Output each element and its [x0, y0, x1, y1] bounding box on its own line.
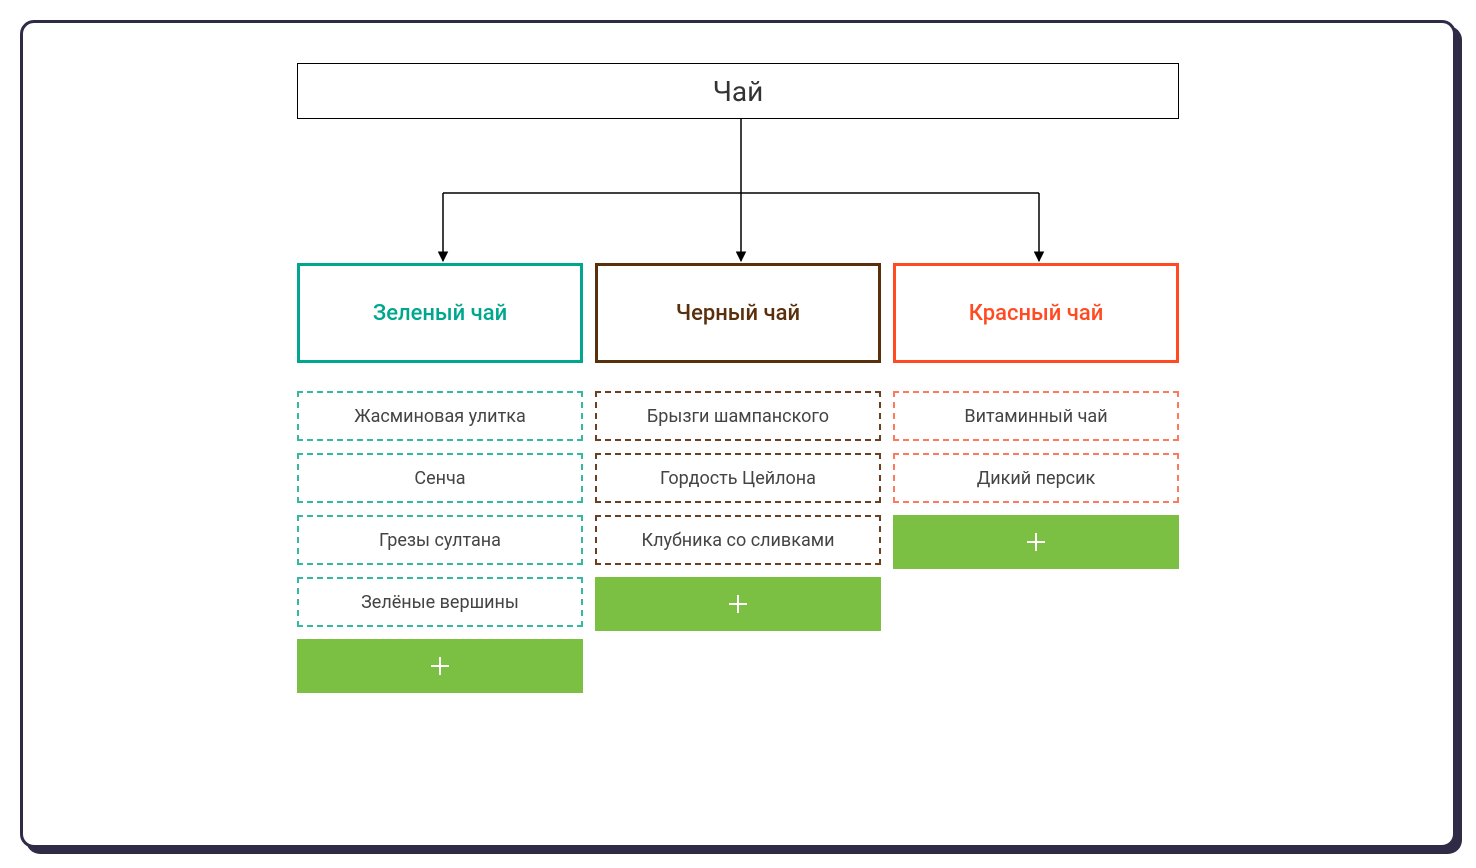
list-item: Брызги шампанского: [595, 391, 881, 441]
diagram-frame: Чай Зеленый чай Жасминовая улитка С: [20, 20, 1456, 848]
category-label: Черный чай: [676, 301, 800, 326]
item-label: Сенча: [414, 468, 465, 489]
item-label: Клубника со сливками: [642, 530, 835, 551]
root-label: Чай: [713, 75, 764, 108]
list-item: Зелёные вершины: [297, 577, 583, 627]
plus-icon: [431, 657, 449, 675]
add-item-button-red[interactable]: [893, 515, 1179, 569]
root-node: Чай: [297, 63, 1179, 119]
item-label: Грезы султана: [379, 530, 501, 551]
item-label: Брызги шампанского: [647, 406, 829, 427]
category-label: Зеленый чай: [373, 301, 507, 326]
category-label: Красный чай: [969, 301, 1104, 326]
category-node-green: Зеленый чай: [297, 263, 583, 363]
category-columns: Зеленый чай Жасминовая улитка Сенча Грез…: [297, 263, 1179, 693]
category-node-black: Черный чай: [595, 263, 881, 363]
plus-icon: [1027, 533, 1045, 551]
category-column-red: Красный чай Витаминный чай Дикий персик: [893, 263, 1179, 693]
item-label: Витаминный чай: [964, 406, 1107, 427]
list-item: Жасминовая улитка: [297, 391, 583, 441]
item-label: Жасминовая улитка: [354, 406, 526, 427]
item-label: Зелёные вершины: [361, 592, 519, 613]
category-node-red: Красный чай: [893, 263, 1179, 363]
list-item: Дикий персик: [893, 453, 1179, 503]
plus-icon: [729, 595, 747, 613]
list-item: Клубника со сливками: [595, 515, 881, 565]
list-item: Грезы султана: [297, 515, 583, 565]
list-item: Витаминный чай: [893, 391, 1179, 441]
category-column-green: Зеленый чай Жасминовая улитка Сенча Грез…: [297, 263, 583, 693]
add-item-button-black[interactable]: [595, 577, 881, 631]
item-label: Гордость Цейлона: [660, 468, 816, 489]
category-column-black: Черный чай Брызги шампанского Гордость Ц…: [595, 263, 881, 693]
list-item: Гордость Цейлона: [595, 453, 881, 503]
add-item-button-green[interactable]: [297, 639, 583, 693]
list-item: Сенча: [297, 453, 583, 503]
item-label: Дикий персик: [977, 468, 1095, 489]
